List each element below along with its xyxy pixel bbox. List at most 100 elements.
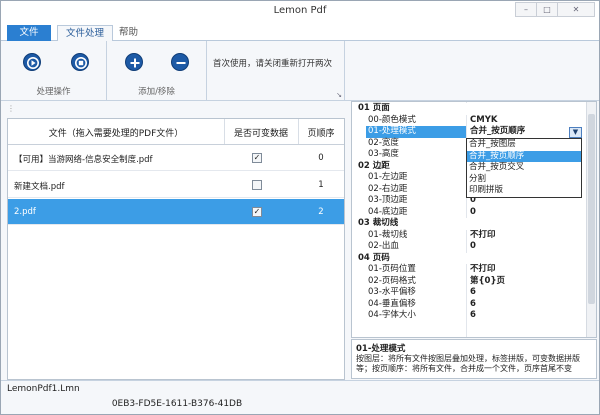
variable-checkbox[interactable] — [252, 180, 262, 190]
title-bar: Lemon Pdf – □ ✕ — [1, 1, 599, 23]
property-key: 04-垂直偏移 — [368, 298, 416, 309]
minimize-icon[interactable]: – — [515, 2, 537, 17]
row-order: 0 — [318, 153, 324, 163]
category-label: 03 裁切线 — [358, 218, 399, 228]
property-key: 02-页码格式 — [368, 275, 416, 286]
tab-file-process[interactable]: 文件处理 — [57, 25, 114, 42]
property-value: 6 — [470, 298, 476, 309]
property-key: 02-右边距 — [368, 183, 408, 194]
category-page-number[interactable]: 04 页码 — [352, 252, 586, 264]
ribbon-group-process: 处理操作 — [1, 41, 107, 101]
file-table: 文件（拖入需要处理的PDF文件） 是否可变数据 页顺序 【可用】当游网络-信息安… — [7, 118, 345, 380]
property-value: 0 — [470, 241, 476, 251]
property-value: 合并_按页顺序 — [470, 126, 526, 136]
process-mode-dropdown: 合并_按图层 合并_按页顺序 合并_按页交叉 分割 印刷拼版 — [466, 138, 582, 198]
property-key: 01-处理模式 — [366, 126, 466, 138]
play-icon[interactable] — [23, 53, 41, 71]
property-row-selected[interactable]: 01-处理模式 合并_按页顺序 — [352, 126, 586, 138]
description-text: 按图层：将所有文件按图层叠加处理，标签拼版，可变数据拼版等；按页顺序：将所有文件… — [356, 354, 580, 373]
status-bar: LemonPdf1.Lmn 0EB3-FD5E-1611-B376-41DB — [1, 380, 599, 414]
ribbon-group-add-remove: 添加/移除 — [107, 41, 207, 101]
dropdown-option-highlighted[interactable]: 合并_按页顺序 — [467, 150, 581, 163]
close-icon[interactable]: ✕ — [557, 2, 595, 17]
property-value: 6 — [470, 310, 476, 320]
menu-bar: 文件 文件处理 帮助 — [1, 23, 599, 42]
property-value: CMYK — [470, 114, 498, 125]
property-key: 03-顶边距 — [368, 195, 408, 205]
variable-checkbox[interactable]: ✓ — [252, 207, 262, 217]
table-row[interactable]: 【可用】当游网络-信息安全制度.pdf ✓ 0 — [8, 145, 344, 171]
add-icon[interactable] — [125, 53, 143, 71]
property-key: 01-页码位置 — [368, 264, 416, 274]
property-row[interactable]: 01-页码位置 不打印 — [352, 264, 586, 276]
property-key: 02-出血 — [368, 241, 399, 251]
ribbon-caption-process: 处理操作 — [36, 87, 71, 97]
property-row[interactable]: 02-页码格式 第{0}页 — [352, 276, 586, 288]
property-value: 不打印 — [470, 229, 496, 240]
category-label: 01 页面 — [358, 103, 390, 113]
property-row[interactable]: 02-出血 0 — [352, 241, 586, 253]
property-row[interactable]: 01-裁切线 不打印 — [352, 230, 586, 242]
stop-icon[interactable] — [71, 53, 89, 71]
dropdown-option[interactable]: 合并_按页交叉 — [467, 162, 581, 174]
row-order: 1 — [318, 180, 324, 190]
property-key: 04-底边距 — [368, 206, 408, 217]
tab-help[interactable]: 帮助 — [111, 25, 146, 41]
description-title: 01-处理模式 — [356, 344, 406, 354]
maximize-icon[interactable]: □ — [536, 2, 558, 17]
property-scrollbar[interactable] — [586, 102, 596, 337]
grip-icon[interactable]: ⋮ — [7, 104, 15, 113]
ribbon: 处理操作 添加/移除 首次使用，请关闭重新打开两次 ↘ — [1, 41, 599, 101]
dialog-launcher-icon[interactable]: ↘ — [336, 91, 342, 99]
tab-file[interactable]: 文件 — [7, 25, 51, 41]
category-label: 04 页码 — [358, 252, 390, 263]
table-row-selected[interactable]: 2.pdf ✓ 2 — [8, 199, 344, 225]
property-key: 01-裁切线 — [368, 229, 408, 240]
category-page[interactable]: 01 页面 — [352, 103, 586, 115]
property-key: 03-水平偏移 — [368, 287, 416, 297]
property-row[interactable]: 04-字体大小 6 — [352, 310, 586, 322]
app-window: Lemon Pdf – □ ✕ 文件 文件处理 帮助 处理操作 添加/移除 首次… — [0, 0, 600, 415]
column-header-order[interactable]: 页顺序 — [298, 126, 344, 139]
property-value: 0 — [470, 206, 476, 217]
property-value: 第{0}页 — [470, 275, 506, 286]
property-key: 02-宽度 — [368, 137, 399, 148]
property-key: 04-字体大小 — [368, 310, 416, 320]
table-header: 文件（拖入需要处理的PDF文件） 是否可变数据 页顺序 — [8, 119, 344, 145]
column-header-file[interactable]: 文件（拖入需要处理的PDF文件） — [8, 126, 224, 139]
chevron-down-icon[interactable]: ▼ — [569, 127, 582, 138]
scrollbar-thumb[interactable] — [588, 114, 595, 304]
dropdown-option[interactable]: 印刷拼版 — [467, 185, 581, 197]
property-key: 03-高度 — [368, 149, 399, 159]
property-key: 00-颜色模式 — [368, 114, 416, 125]
category-label: 02 边距 — [358, 160, 390, 171]
window-controls: – □ ✕ — [515, 2, 595, 17]
property-description: 01-处理模式 按图层：将所有文件按图层叠加处理，标签拼版，可变数据拼版等；按页… — [351, 339, 597, 379]
window-title: Lemon Pdf — [273, 5, 327, 16]
column-divider — [298, 119, 299, 144]
table-row[interactable]: 新建文档.pdf 1 — [8, 172, 344, 198]
category-cutline[interactable]: 03 裁切线 — [352, 218, 586, 230]
property-row[interactable]: 00-颜色模式 CMYK — [352, 115, 586, 127]
ribbon-group-notice: 首次使用，请关闭重新打开两次 ↘ — [207, 41, 345, 101]
status-filename: LemonPdf1.Lmn — [7, 384, 80, 394]
row-file-name: 2.pdf — [14, 207, 36, 217]
row-order: 2 — [318, 207, 324, 217]
property-key: 01-左边距 — [368, 172, 408, 182]
column-divider — [224, 119, 225, 144]
status-serial: 0EB3-FD5E-1611-B376-41DB — [111, 399, 243, 409]
row-file-name: 新建文档.pdf — [14, 182, 65, 192]
row-file-name: 【可用】当游网络-信息安全制度.pdf — [14, 155, 153, 165]
remove-icon[interactable] — [171, 53, 189, 71]
property-row[interactable]: 04-底边距 0 — [352, 207, 586, 219]
property-row[interactable]: 03-水平偏移 6 — [352, 287, 586, 299]
dropdown-option[interactable]: 分割 — [467, 174, 581, 186]
column-header-variable[interactable]: 是否可变数据 — [224, 126, 298, 139]
property-value: 不打印 — [470, 264, 496, 274]
property-row[interactable]: 04-垂直偏移 6 — [352, 299, 586, 311]
dropdown-option[interactable]: 合并_按图层 — [467, 139, 581, 151]
property-grid: 01 页面 00-颜色模式 CMYK 01-处理模式 合并_按页顺序 02-宽度 0… — [351, 101, 597, 338]
variable-checkbox[interactable]: ✓ — [252, 153, 262, 163]
ribbon-caption-add-remove: 添加/移除 — [138, 87, 175, 97]
notice-text: 首次使用，请关闭重新打开两次 — [213, 59, 333, 69]
